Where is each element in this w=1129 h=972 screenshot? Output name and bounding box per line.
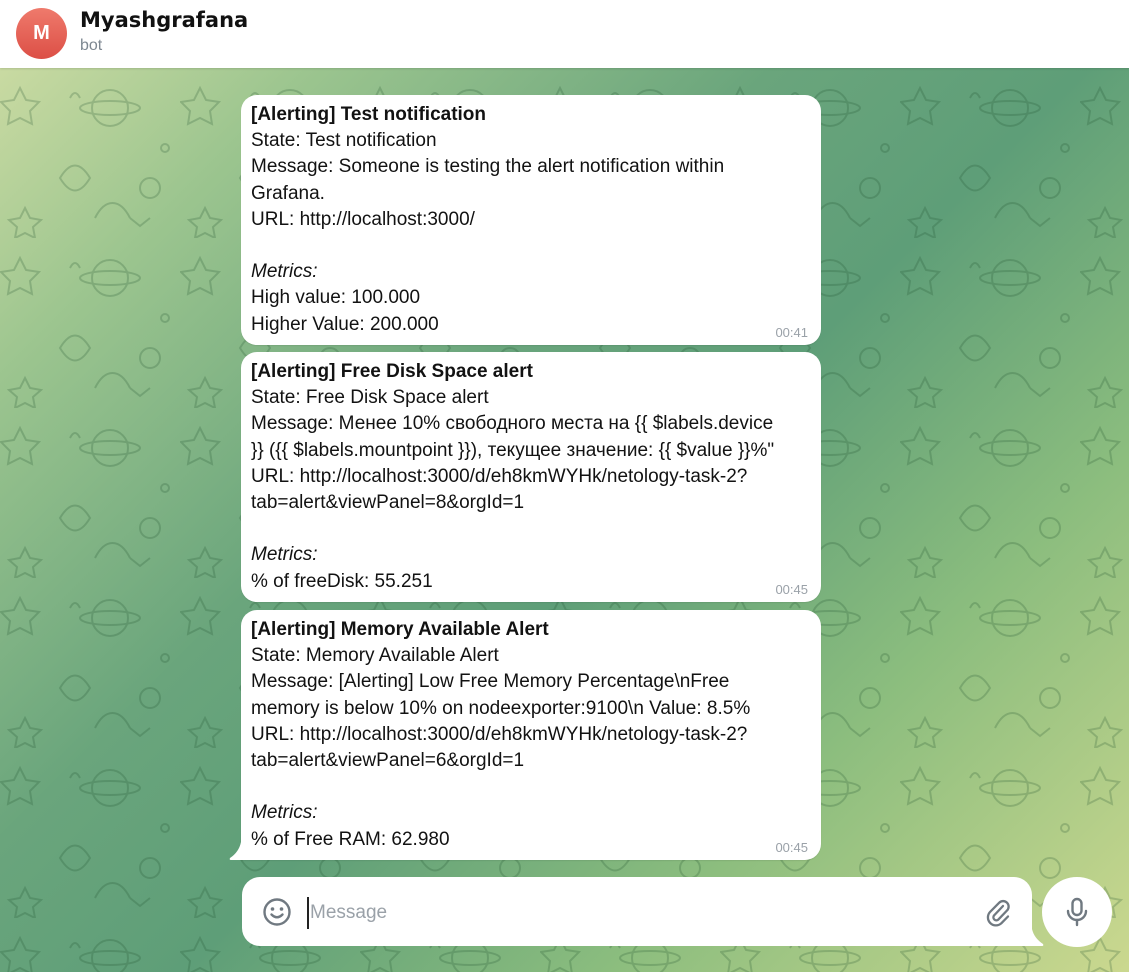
message-line: URL: http://localhost:3000/d/eh8kmWYHk/n… xyxy=(251,465,748,487)
message-text: [Alerting] Memory Available Alert State: … xyxy=(251,617,811,853)
message-line: Message: Менее 10% свободного места на {… xyxy=(251,413,774,435)
smile-icon xyxy=(263,898,291,926)
message-title: [Alerting] Test notification xyxy=(251,104,487,125)
message-title: [Alerting] Memory Available Alert xyxy=(251,619,549,640)
message-text: [Alerting] Test notification State: Test … xyxy=(251,102,811,338)
message-input[interactable] xyxy=(307,897,952,929)
avatar[interactable]: M xyxy=(16,8,67,59)
message-line: Message: Someone is testing the alert no… xyxy=(251,156,725,178)
message-line: Metrics: xyxy=(251,544,318,566)
message-text: [Alerting] Free Disk Space alert State: F… xyxy=(251,359,811,595)
message-timestamp: 00:45 xyxy=(775,582,808,597)
message-line xyxy=(251,233,811,259)
message-line xyxy=(251,774,811,800)
message-line: URL: http://localhost:3000/ xyxy=(251,208,475,230)
message-line: tab=alert&viewPanel=6&orgId=1 xyxy=(251,750,525,772)
message-line: URL: http://localhost:3000/d/eh8kmWYHk/n… xyxy=(251,723,748,745)
message-title: [Alerting] Free Disk Space alert xyxy=(251,361,533,382)
emoji-button[interactable] xyxy=(262,897,292,927)
message-bubble[interactable]: [Alerting] Memory Available Alert State: … xyxy=(241,610,821,860)
message-line: tab=alert&viewPanel=8&orgId=1 xyxy=(251,492,525,514)
message-line: memory is below 10% on nodeexporter:9100… xyxy=(251,697,751,719)
message-line: Message: [Alerting] Low Free Memory Perc… xyxy=(251,671,730,693)
chat-header[interactable]: M Myashgrafana bot xyxy=(0,0,1129,68)
message-timestamp: 00:41 xyxy=(775,325,808,340)
bubble-tail xyxy=(229,842,245,860)
message-line: State: Free Disk Space alert xyxy=(251,387,489,409)
message-line: }} ({{ $labels.mountpoint }}), текущее з… xyxy=(251,439,775,461)
message-bubble[interactable]: [Alerting] Test notification State: Test … xyxy=(241,95,821,345)
message-timestamp: 00:45 xyxy=(775,840,808,855)
composer-tail xyxy=(1028,929,1044,946)
message-line: % of Free RAM: 62.980 xyxy=(251,828,450,850)
message-line: Higher Value: 200.000 xyxy=(251,313,439,335)
attach-button[interactable] xyxy=(983,897,1013,927)
microphone-icon xyxy=(1066,897,1088,927)
message-line: High value: 100.000 xyxy=(251,287,421,309)
chat-subtitle: bot xyxy=(80,37,103,54)
message-line: Grafana. xyxy=(251,182,325,204)
paperclip-icon xyxy=(986,899,1010,927)
message-line: State: Test notification xyxy=(251,130,437,152)
message-bubble[interactable]: [Alerting] Free Disk Space alert State: F… xyxy=(241,352,821,602)
message-line: % of freeDisk: 55.251 xyxy=(251,570,433,592)
chat-title[interactable]: Myashgrafana xyxy=(80,8,248,32)
message-line: State: Memory Available Alert xyxy=(251,645,499,667)
message-line: Metrics: xyxy=(251,802,318,824)
message-line xyxy=(251,516,811,542)
message-line: Metrics: xyxy=(251,261,318,283)
microphone-button[interactable] xyxy=(1042,877,1112,947)
